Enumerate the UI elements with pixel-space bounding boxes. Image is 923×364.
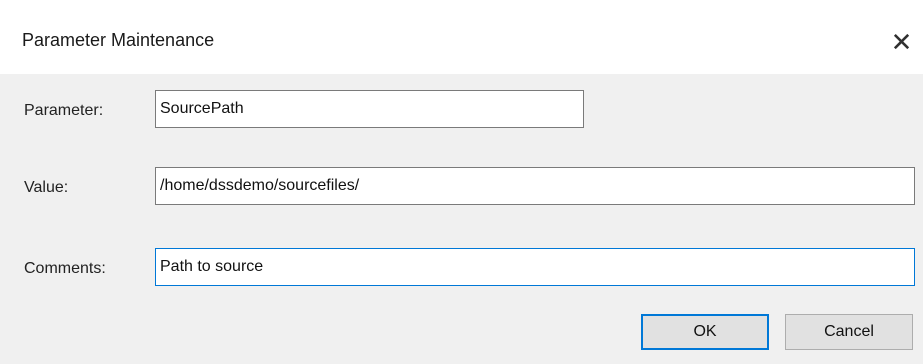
- cancel-button[interactable]: Cancel: [785, 314, 913, 350]
- dialog-title: Parameter Maintenance: [22, 30, 215, 50]
- comments-label: Comments:: [24, 260, 106, 277]
- parameter-maintenance-dialog: Parameter Maintenance ✕ Parameter: Value…: [0, 0, 923, 364]
- value-input[interactable]: [155, 167, 915, 205]
- close-icon[interactable]: ✕: [880, 20, 923, 64]
- title-bar: Parameter Maintenance ✕: [0, 0, 923, 74]
- comments-input[interactable]: [155, 248, 915, 286]
- parameter-label: Parameter:: [24, 102, 104, 119]
- ok-button[interactable]: OK: [641, 314, 769, 350]
- value-label: Value:: [24, 179, 69, 196]
- parameter-input[interactable]: [155, 90, 584, 128]
